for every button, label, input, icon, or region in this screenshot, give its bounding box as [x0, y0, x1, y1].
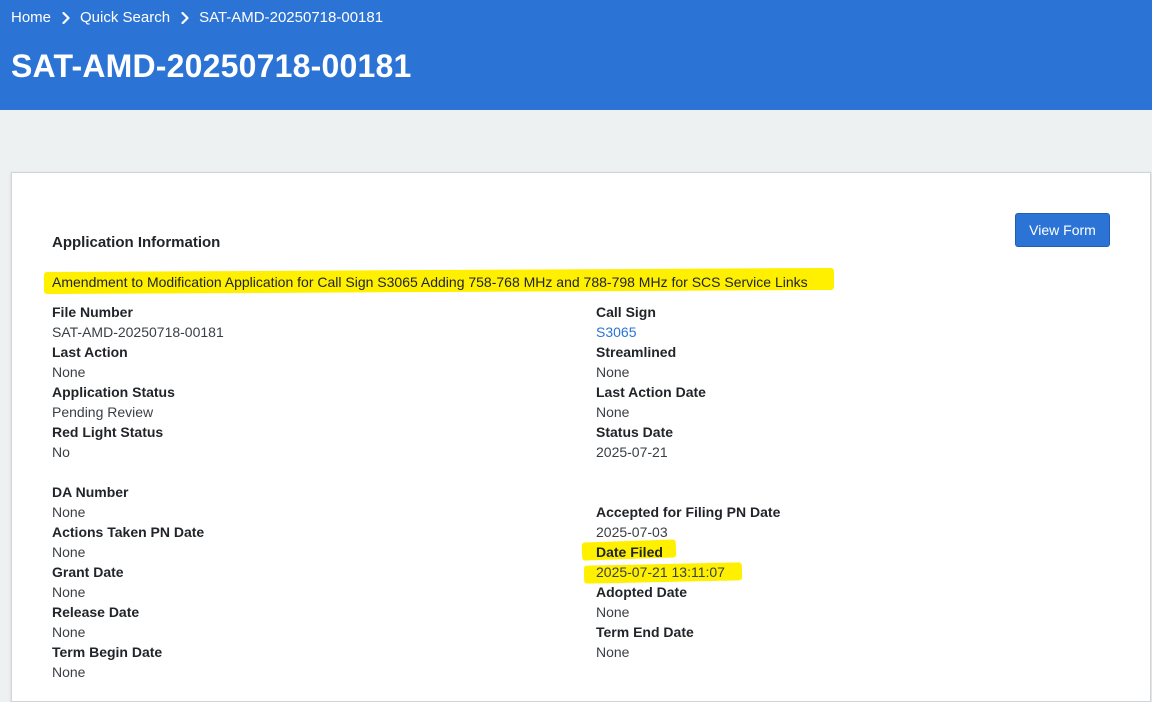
field-label: Term End Date: [596, 624, 694, 640]
field-application-status: Application Status Pending Review: [52, 382, 175, 422]
chevron-right-icon: [62, 12, 70, 24]
field-value: None: [596, 644, 630, 660]
field-label: Application Status: [52, 384, 175, 400]
field-label: Adopted Date: [596, 584, 687, 600]
field-last-action-date: Last Action Date None: [596, 382, 706, 422]
field-term-begin-date: Term Begin Date None: [52, 642, 162, 682]
field-label: Status Date: [596, 424, 674, 440]
field-grant-date: Grant Date None: [52, 562, 124, 602]
field-date-filed: Date Filed 2025-07-21 13:11:07: [596, 542, 725, 582]
field-label: DA Number: [52, 484, 129, 500]
field-label: Call Sign: [596, 304, 656, 320]
field-value: None: [52, 364, 86, 380]
breadcrumb-quick-search-link[interactable]: Quick Search: [80, 9, 170, 27]
field-value: None: [596, 364, 630, 380]
field-value: SAT-AMD-20250718-00181: [52, 324, 224, 340]
field-status-date: Status Date 2025-07-21: [596, 422, 673, 462]
field-term-end-date: Term End Date None: [596, 622, 694, 662]
field-value: None: [52, 544, 86, 560]
field-label: Streamlined: [596, 344, 677, 360]
field-streamlined: Streamlined None: [596, 342, 676, 382]
field-accepted-for-filing-pn-date: Accepted for Filing PN Date 2025-07-03: [596, 502, 780, 542]
field-value: None: [52, 624, 86, 640]
field-label: File Number: [52, 304, 133, 320]
field-value: 2025-07-21: [596, 444, 668, 460]
application-info-card: View Form Application Information Amendm…: [11, 172, 1151, 702]
field-label: Red Light Status: [52, 424, 164, 440]
field-label: Last Action Date: [596, 384, 706, 400]
field-label: Release Date: [52, 604, 140, 620]
field-label: Actions Taken PN Date: [52, 524, 205, 540]
field-call-sign: Call Sign S3065: [596, 302, 656, 342]
field-release-date: Release Date None: [52, 602, 139, 642]
field-value: No: [52, 444, 70, 460]
field-last-action: Last Action None: [52, 342, 128, 382]
field-label: Accepted for Filing PN Date: [596, 504, 781, 520]
field-value: None: [52, 584, 86, 600]
page-header: Home Quick Search SAT-AMD-20250718-00181…: [0, 0, 1152, 110]
breadcrumb-current: SAT-AMD-20250718-00181: [199, 9, 384, 26]
field-value: None: [596, 604, 630, 620]
field-label: Date Filed: [596, 544, 663, 560]
breadcrumb-home-link[interactable]: Home: [11, 9, 51, 27]
call-sign-link[interactable]: S3065: [596, 322, 656, 342]
field-value: None: [52, 504, 86, 520]
field-value: 2025-07-03: [596, 524, 668, 540]
page-title: SAT-AMD-20250718-00181: [11, 48, 412, 84]
field-file-number: File Number SAT-AMD-20250718-00181: [52, 302, 224, 342]
field-actions-taken-pn-date: Actions Taken PN Date None: [52, 522, 204, 562]
field-red-light-status: Red Light Status No: [52, 422, 163, 462]
field-value: Pending Review: [52, 404, 154, 420]
section-title: Application Information: [52, 234, 221, 251]
application-description: Amendment to Modification Application fo…: [52, 274, 808, 290]
chevron-right-icon: [181, 12, 189, 24]
field-label: Grant Date: [52, 564, 124, 580]
field-value: None: [596, 404, 630, 420]
field-label: Last Action: [52, 344, 128, 360]
breadcrumb: Home Quick Search SAT-AMD-20250718-00181: [11, 9, 383, 27]
field-label: Term Begin Date: [52, 644, 163, 660]
field-da-number: DA Number None: [52, 482, 129, 522]
view-form-button[interactable]: View Form: [1015, 213, 1110, 247]
field-adopted-date: Adopted Date None: [596, 582, 687, 622]
field-value: None: [52, 664, 86, 680]
field-value: 2025-07-21 13:11:07: [596, 564, 725, 580]
